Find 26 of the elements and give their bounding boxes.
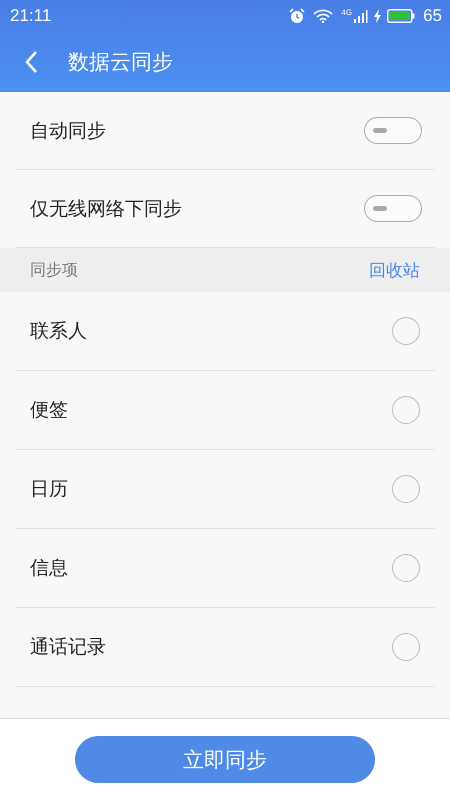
recycle-bin-link[interactable]: 回收站	[369, 258, 420, 282]
checkbox-circle[interactable]	[392, 554, 420, 582]
checkbox-circle[interactable]	[392, 396, 420, 424]
status-time: 21:11	[10, 6, 52, 26]
battery-percent: 65	[423, 6, 442, 26]
sync-item-label: 日历	[30, 477, 68, 502]
signal-icon	[354, 9, 368, 23]
toggle-switch[interactable]	[364, 195, 422, 222]
sync-item-label: 通话记录	[30, 635, 106, 660]
charging-icon	[373, 9, 382, 23]
sync-item-label: 联系人	[30, 319, 87, 344]
page-title: 数据云同步	[68, 49, 173, 76]
network-label: 4G	[341, 8, 352, 16]
sync-item-label: 信息	[30, 556, 68, 581]
toggle-switch[interactable]	[364, 117, 422, 144]
wifi-icon	[313, 9, 334, 23]
checkbox-circle[interactable]	[392, 317, 420, 345]
section-title: 同步项	[30, 260, 78, 280]
battery-icon	[387, 9, 416, 23]
checkbox-circle[interactable]	[392, 475, 420, 503]
sync-item-label: 便签	[30, 398, 68, 423]
sync-now-button[interactable]: 立即同步	[75, 736, 375, 783]
setting-label: 仅无线网络下同步	[30, 196, 182, 222]
setting-label: 自动同步	[30, 118, 106, 144]
checkbox-circle[interactable]	[392, 633, 420, 661]
alarm-clock-icon	[289, 8, 306, 24]
